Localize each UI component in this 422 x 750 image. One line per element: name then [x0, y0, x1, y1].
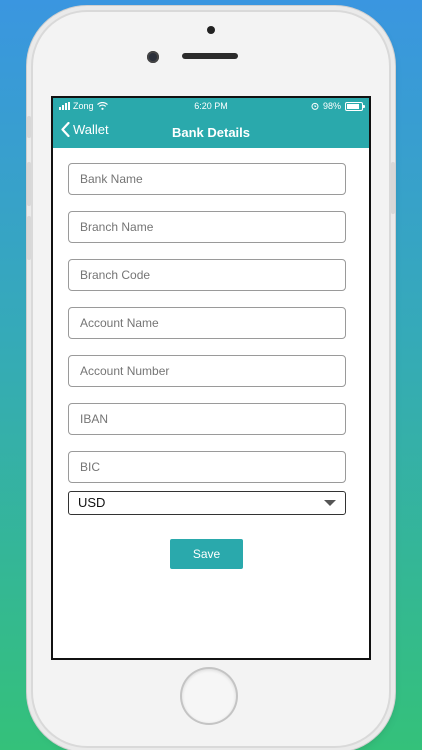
account-name-input[interactable] — [68, 307, 346, 339]
save-button[interactable]: Save — [170, 539, 243, 569]
page-title: Bank Details — [171, 125, 251, 140]
proximity-sensor — [207, 26, 215, 34]
volume-up-button — [27, 162, 31, 206]
bank-name-input[interactable] — [68, 163, 346, 195]
home-button[interactable] — [182, 669, 236, 723]
dropdown-caret-icon — [324, 500, 336, 506]
nav-bar: Wallet Bank Details — [53, 116, 369, 148]
front-camera — [147, 51, 159, 63]
volume-down-button — [27, 216, 31, 260]
status-right: 98% — [311, 101, 365, 111]
branch-code-input[interactable] — [68, 259, 346, 291]
app-screen: Zong 6:20 PM 98% Wallet Bank Details Ban… — [51, 96, 371, 660]
account-number-input[interactable] — [68, 355, 346, 387]
alarm-icon — [311, 102, 319, 110]
mute-switch — [27, 116, 31, 138]
earpiece-speaker — [182, 53, 238, 59]
bank-details-form: USD Save — [53, 148, 369, 569]
battery-icon — [345, 101, 365, 111]
app-header: Zong 6:20 PM 98% Wallet Bank Details — [53, 98, 369, 148]
bic-input[interactable] — [68, 451, 346, 483]
branch-name-input[interactable] — [68, 211, 346, 243]
power-button — [391, 162, 395, 214]
iban-input[interactable] — [68, 403, 346, 435]
currency-select[interactable]: USD — [68, 491, 346, 515]
status-bar: Zong 6:20 PM 98% — [53, 98, 369, 116]
currency-value: USD — [78, 495, 106, 510]
battery-percent: 98% — [322, 101, 341, 111]
